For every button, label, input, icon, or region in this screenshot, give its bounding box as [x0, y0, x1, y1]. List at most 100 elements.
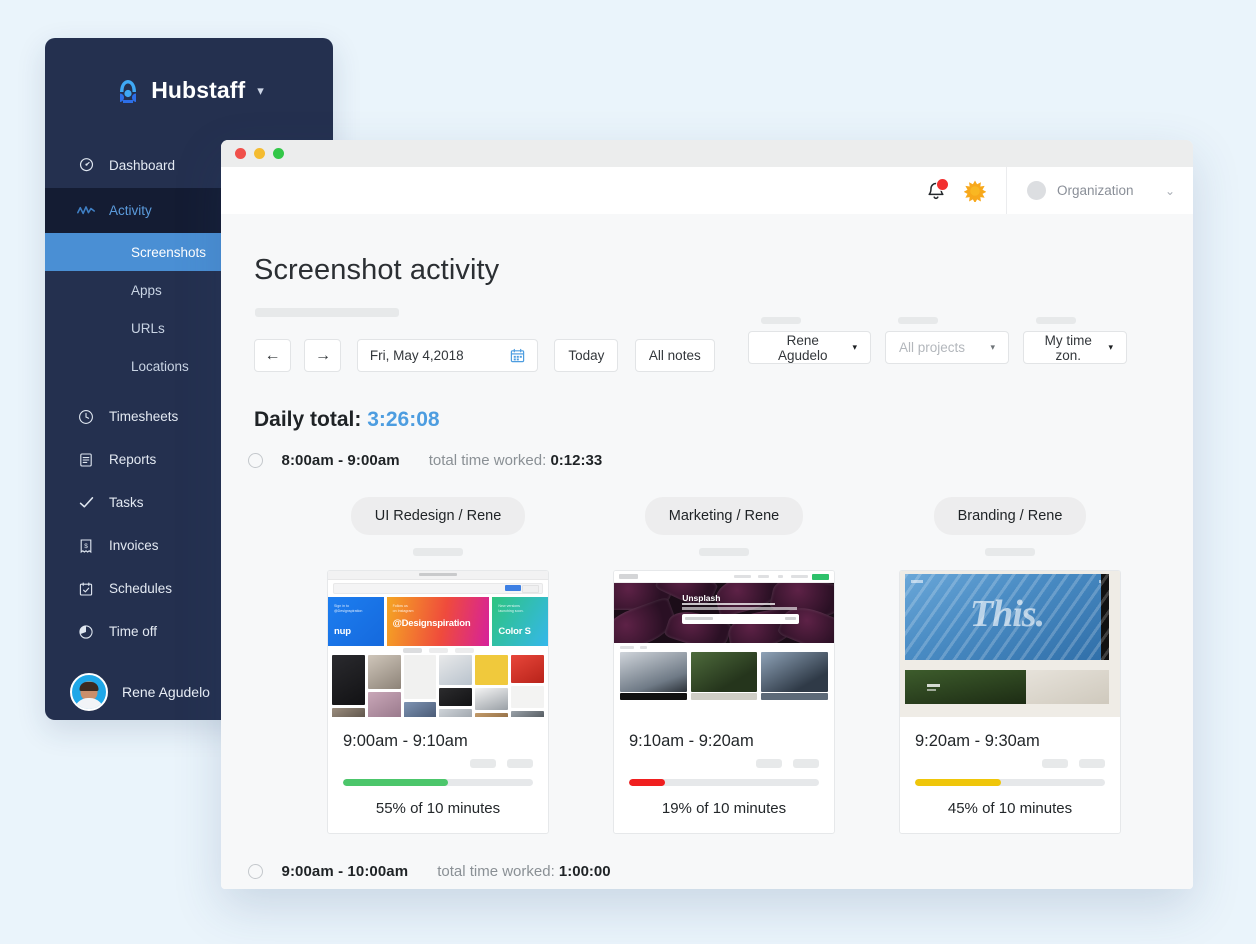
notification-badge: [936, 178, 949, 191]
subtitle-placeholder: [255, 308, 399, 317]
sidebar-user-name: Rene Agudelo: [122, 684, 210, 700]
timeline-marker-icon: [247, 453, 263, 468]
page-title: Screenshot activity: [254, 254, 500, 286]
activity-progress-fill: [915, 779, 1001, 786]
sidebar-item-label: Invoices: [109, 538, 159, 553]
sidebar-item-label: Timesheets: [109, 409, 179, 424]
project-filter-value: All projects: [899, 340, 966, 355]
pie-clock-icon: [77, 623, 95, 641]
topbar-icon-group: [926, 178, 1006, 203]
this-poster-site-thumbnail[interactable]: This.: [900, 571, 1120, 717]
project-pill[interactable]: Branding / Rene: [933, 497, 1087, 535]
screenshot-card: Marketing / Rene Unsplash 9:10am - 9:20a…: [613, 497, 835, 834]
timeline: 8:00am - 9:00am total time worked: 0:12:…: [221, 452, 1193, 880]
filter-label-placeholder: [761, 317, 801, 324]
chevron-down-icon: ▾: [1108, 342, 1113, 352]
filter-label-placeholder: [898, 317, 938, 324]
project-subtext-placeholder: [699, 548, 749, 556]
chevron-down-icon: ▾: [852, 342, 857, 352]
timeline-range: 9:00am - 10:00am: [281, 863, 409, 880]
screenshot-thumbnail-card[interactable]: Sign in to @Designspiration nup Follow us o…: [327, 570, 549, 834]
screenshot-time-range: 9:00am - 9:10am: [343, 732, 468, 750]
activity-pulse-icon: [77, 202, 95, 220]
timeline-worked-label: total time worked:: [428, 452, 547, 469]
minimize-window-button[interactable]: [254, 148, 265, 159]
timezone-filter-button[interactable]: My time zon. ▾: [1023, 331, 1127, 364]
previous-day-button[interactable]: ←: [254, 339, 291, 372]
chevron-down-icon: ⌄: [1164, 183, 1175, 198]
activity-progress-fill: [343, 779, 448, 786]
brand-logo[interactable]: Hubstaff ▾: [45, 38, 333, 143]
bell-icon[interactable]: [926, 178, 949, 201]
timeline-row: 9:00am - 10:00am total time worked: 1:00…: [247, 863, 1193, 880]
sidebar-item-label: Reports: [109, 452, 157, 467]
sun-burst-icon[interactable]: [963, 179, 987, 203]
toolbar: ← → Fri, May 4,2018 Today All notes Rene…: [221, 317, 1193, 379]
sidebar-item-label: Time off: [109, 624, 158, 639]
meta-placeholder: [507, 759, 533, 768]
meta-placeholder-row: [915, 759, 1105, 768]
meta-placeholder: [793, 759, 819, 768]
brand-name: Hubstaff: [151, 77, 246, 103]
thumb-hero-title: This.: [969, 592, 1045, 635]
unsplash-site-thumbnail[interactable]: Unsplash: [614, 571, 834, 717]
activity-percent-label: 45% of 10 minutes: [947, 800, 1073, 817]
designspiration-site-thumbnail[interactable]: Sign in to @Designspiration nup Follow us o…: [328, 571, 548, 717]
sidebar-item-label: Schedules: [109, 581, 173, 596]
filter-group: Rene Agudelo ▾ All projects ▾ My time zo…: [748, 317, 1127, 364]
organization-switcher[interactable]: Organization ⌄: [1006, 167, 1193, 214]
date-picker[interactable]: Fri, May 4,2018: [356, 339, 538, 372]
member-filter-button[interactable]: Rene Agudelo ▾: [748, 331, 871, 364]
activity-percent-label: 19% of 10 minutes: [661, 800, 787, 817]
checkmark-icon: [77, 494, 95, 512]
activity-progress-bar: [629, 779, 819, 786]
meta-placeholder: [756, 759, 782, 768]
sidebar-subitem-label: Locations: [131, 358, 189, 374]
hubstaff-logo-icon: [114, 77, 142, 105]
next-day-button[interactable]: →: [304, 339, 342, 372]
timeline-marker-icon: [247, 864, 263, 879]
filter-label-placeholder: [1036, 317, 1076, 324]
sidebar-subitem-label: Screenshots: [131, 244, 207, 260]
window-titlebar: [221, 140, 1193, 167]
timeline-worked-value: 1:00:00: [558, 863, 611, 880]
activity-progress-bar: [343, 779, 533, 786]
sidebar-subitem-label: Apps: [131, 282, 162, 298]
screenshot-card-list: UI Redesign / Rene Sign in to @Designspir…: [327, 497, 1193, 834]
organization-avatar: [1027, 181, 1046, 200]
all-notes-button[interactable]: All notes: [634, 339, 715, 372]
activity-progress-fill: [629, 779, 666, 786]
screenshot-thumbnail-card[interactable]: This. 9:20am - 9:30am 45% of 10 minutes: [899, 570, 1121, 834]
sidebar-item-label: Activity: [109, 203, 152, 218]
project-filter-button[interactable]: All projects ▾: [885, 331, 1009, 364]
project-pill[interactable]: UI Redesign / Rene: [350, 497, 526, 535]
thumb-hero-right-text: Color S: [498, 626, 531, 637]
chevron-down-icon[interactable]: ▾: [257, 83, 264, 99]
daily-total-value: 3:26:08: [367, 408, 440, 431]
member-filter: Rene Agudelo ▾: [748, 317, 871, 364]
meta-placeholder: [1079, 759, 1105, 768]
today-button[interactable]: Today: [554, 339, 619, 372]
member-filter-value: Rene Agudelo: [777, 332, 828, 363]
close-window-button[interactable]: [235, 148, 246, 159]
maximize-window-button[interactable]: [273, 148, 284, 159]
browser-window: Organization ⌄ Screenshot activity ← → F…: [221, 140, 1193, 889]
timeline-worked: total time worked: 0:12:33: [429, 452, 602, 469]
daily-total: Daily total: 3:26:08: [221, 379, 1193, 432]
screenshot-thumbnail-card[interactable]: Unsplash 9:10am - 9:20am 19% of 10 minut…: [613, 570, 835, 834]
timezone-filter: My time zon. ▾: [1023, 317, 1127, 364]
invoice-receipt-icon: $: [77, 537, 95, 555]
screenshot-meta: 9:20am - 9:30am 45% of 10 minutes: [900, 717, 1120, 833]
sidebar-item-label: Tasks: [109, 495, 144, 510]
screenshot-card: Branding / Rene This. 9:20am - 9:30am 45…: [899, 497, 1121, 834]
thumb-hero-title: Unsplash: [682, 592, 721, 603]
screenshot-meta: 9:00am - 9:10am 55% of 10 minutes: [328, 717, 548, 833]
project-pill[interactable]: Marketing / Rene: [644, 497, 804, 535]
project-subtext-placeholder: [985, 548, 1035, 556]
screenshot-time-range: 9:10am - 9:20am: [629, 732, 754, 750]
avatar: [70, 673, 108, 711]
calendar-check-icon: [77, 580, 95, 598]
sidebar-subitem-label: URLs: [131, 320, 165, 336]
meta-placeholder-row: [343, 759, 533, 768]
screenshot-meta: 9:10am - 9:20am 19% of 10 minutes: [614, 717, 834, 833]
